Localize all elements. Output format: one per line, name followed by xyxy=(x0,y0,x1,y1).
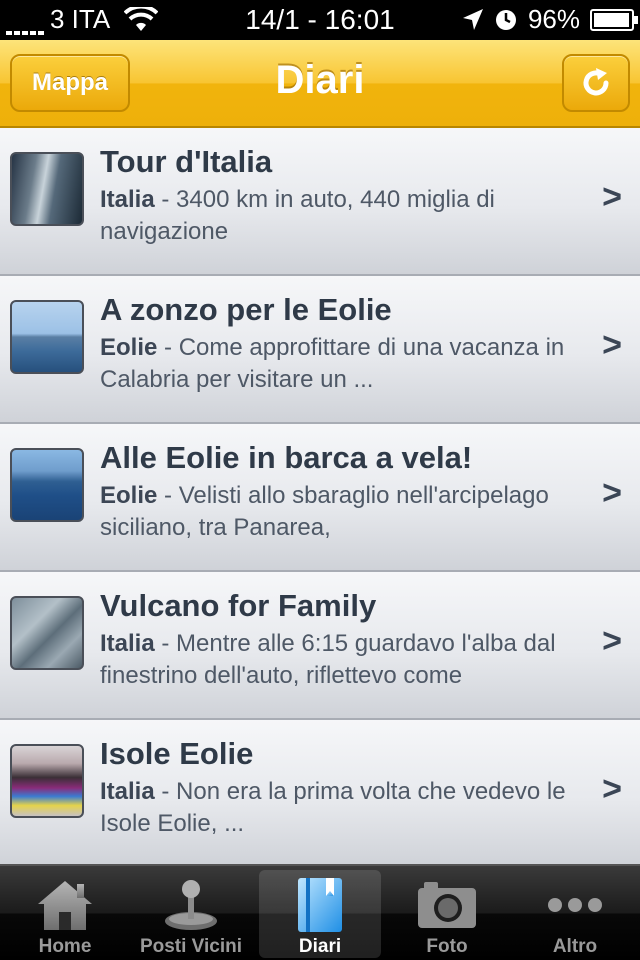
list-item[interactable]: A zonzo per le Eolie Eolie - Come approf… xyxy=(0,276,640,424)
page-title: Diari xyxy=(275,58,365,102)
list-item[interactable]: Vulcano for Family Italia - Mentre alle … xyxy=(0,572,640,720)
more-icon xyxy=(548,898,602,912)
diary-thumbnail xyxy=(10,596,84,670)
tab-label: Home xyxy=(38,936,92,957)
navigation-bar: Mappa Diari xyxy=(0,40,640,128)
diary-description: Italia - Mentre alle 6:15 guardavo l'alb… xyxy=(100,628,570,692)
diary-place: Italia xyxy=(100,630,155,657)
refresh-icon xyxy=(583,68,609,96)
diary-excerpt: - Velisti allo sbaraglio nell'arcipelago… xyxy=(100,482,549,541)
diary-list: Tour d'Italia Italia - 3400 km in auto, … xyxy=(0,128,640,868)
disclosure-chevron-icon: > xyxy=(602,622,622,660)
diary-place: Eolie xyxy=(100,334,158,361)
refresh-button[interactable] xyxy=(562,54,630,112)
disclosure-chevron-icon: > xyxy=(602,474,622,512)
list-item[interactable]: Isole Eolie Italia - Non era la prima vo… xyxy=(0,720,640,868)
diary-thumbnail xyxy=(10,300,84,374)
diary-description: Italia - 3400 km in auto, 440 miglia di … xyxy=(100,184,570,248)
joystick-icon xyxy=(165,880,217,930)
diary-title: Alle Eolie in barca a vela! xyxy=(100,440,473,475)
diary-thumbnail xyxy=(10,448,84,522)
diary-place: Italia xyxy=(100,778,155,805)
tab-label: Altro xyxy=(552,936,598,957)
diary-excerpt: - Non era la prima volta che vedevo le I… xyxy=(100,778,566,837)
tab-bar: Home Posti Vicini Diari Foto Altro xyxy=(0,864,640,960)
camera-icon xyxy=(418,882,476,928)
disclosure-chevron-icon: > xyxy=(602,178,622,216)
battery-icon xyxy=(590,8,638,31)
status-bar: 3 ITA 14/1 - 16:01 96% xyxy=(0,0,640,40)
diary-title: Tour d'Italia xyxy=(100,144,273,179)
tab-foto[interactable]: Foto xyxy=(386,870,508,958)
tab-altro[interactable]: Altro xyxy=(514,870,636,958)
tab-diari[interactable]: Diari xyxy=(259,870,381,958)
diary-title: A zonzo per le Eolie xyxy=(100,292,392,327)
diary-description: Eolie - Come approfittare di una vacanza… xyxy=(100,332,570,396)
list-item[interactable]: Alle Eolie in barca a vela! Eolie - Veli… xyxy=(0,424,640,572)
tab-home[interactable]: Home xyxy=(4,870,126,958)
house-icon xyxy=(38,881,92,930)
tab-label: Foto xyxy=(426,936,468,957)
tab-label: Diari xyxy=(298,936,342,957)
diary-excerpt: - Mentre alle 6:15 guardavo l'alba dal f… xyxy=(100,630,556,689)
book-icon xyxy=(298,878,342,932)
diary-thumbnail xyxy=(10,152,84,226)
clock-icon xyxy=(495,9,516,30)
battery-percent: 96% xyxy=(527,4,580,34)
list-item[interactable]: Tour d'Italia Italia - 3400 km in auto, … xyxy=(0,128,640,276)
location-arrow-icon xyxy=(462,8,483,30)
diary-title: Vulcano for Family xyxy=(100,588,377,623)
status-right: 96% xyxy=(462,4,638,35)
diary-description: Italia - Non era la prima volta che vede… xyxy=(100,776,570,840)
diary-description: Eolie - Velisti allo sbaraglio nell'arci… xyxy=(100,480,570,544)
tab-label: Posti Vicini xyxy=(139,936,243,957)
disclosure-chevron-icon: > xyxy=(602,326,622,364)
diary-place: Italia xyxy=(100,186,155,213)
diary-excerpt: - Come approfittare di una vacanza in Ca… xyxy=(100,334,565,393)
diary-title: Isole Eolie xyxy=(100,736,254,771)
disclosure-chevron-icon: > xyxy=(602,770,622,808)
tab-posti-vicini[interactable]: Posti Vicini xyxy=(130,870,252,958)
diary-thumbnail xyxy=(10,744,84,818)
diary-excerpt: - 3400 km in auto, 440 miglia di navigaz… xyxy=(100,186,495,245)
diary-place: Eolie xyxy=(100,482,158,509)
